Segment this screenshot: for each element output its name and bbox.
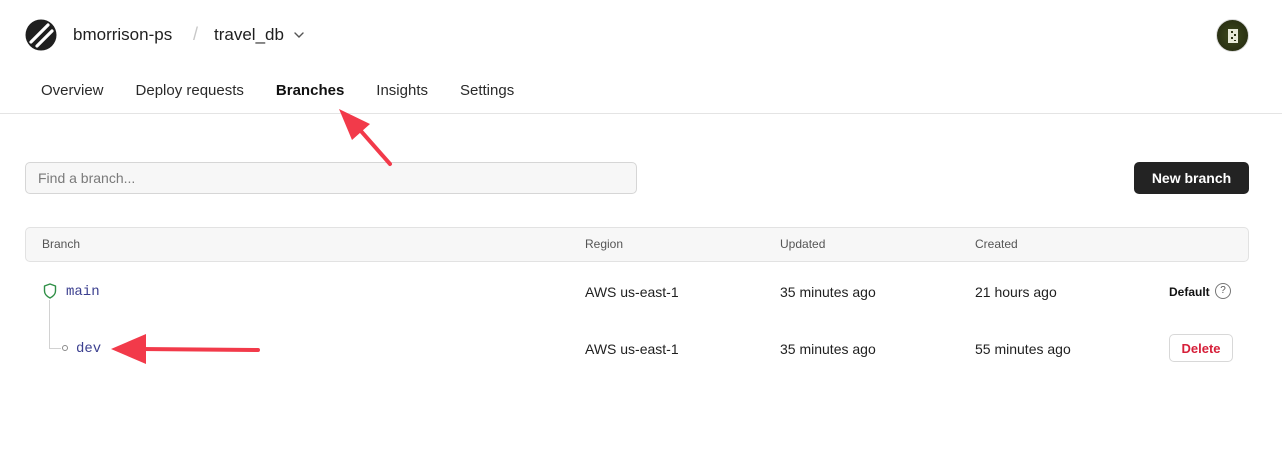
tab-deploy-requests[interactable]: Deploy requests bbox=[120, 76, 260, 114]
branch-node-icon bbox=[62, 345, 68, 351]
branch-search-input[interactable] bbox=[25, 162, 637, 194]
arrow-to-dev-branch-icon bbox=[111, 334, 260, 364]
table-header: Branch Region Updated Created bbox=[25, 227, 1249, 262]
tabs-divider bbox=[0, 113, 1282, 114]
default-badge: Default bbox=[1169, 285, 1210, 299]
tab-insights[interactable]: Insights bbox=[360, 76, 444, 114]
column-updated: Updated bbox=[780, 237, 826, 251]
branches-page: bmorrison-ps / travel_db Overview Deploy… bbox=[0, 0, 1282, 458]
tab-branches[interactable]: Branches bbox=[259, 76, 361, 114]
region-main: AWS us-east-1 bbox=[585, 284, 679, 300]
column-created: Created bbox=[975, 237, 1018, 251]
region-dev: AWS us-east-1 bbox=[585, 341, 679, 357]
created-main: 21 hours ago bbox=[975, 284, 1057, 300]
avatar-pattern-icon bbox=[1228, 29, 1238, 43]
avatar[interactable] bbox=[1216, 19, 1249, 52]
updated-main: 35 minutes ago bbox=[780, 284, 876, 300]
help-icon[interactable]: ? bbox=[1215, 283, 1231, 299]
tab-settings[interactable]: Settings bbox=[444, 76, 530, 114]
column-region: Region bbox=[585, 237, 624, 251]
delete-branch-button[interactable]: Delete bbox=[1169, 334, 1233, 362]
tab-overview[interactable]: Overview bbox=[25, 76, 120, 114]
arrow-to-branches-tab-icon bbox=[339, 109, 392, 166]
nav-tabs: Overview Deploy requests Branches Insigh… bbox=[25, 76, 530, 114]
breadcrumb-separator: / bbox=[193, 24, 199, 44]
branch-link-dev[interactable]: dev bbox=[76, 341, 101, 357]
database-name[interactable]: travel_db bbox=[214, 25, 284, 45]
planetscale-logo-icon[interactable] bbox=[25, 19, 57, 51]
tree-connector-elbow bbox=[49, 348, 61, 349]
chevron-down-icon[interactable] bbox=[293, 30, 305, 40]
updated-dev: 35 minutes ago bbox=[780, 341, 876, 357]
org-name[interactable]: bmorrison-ps bbox=[73, 25, 172, 45]
tree-connector-line bbox=[49, 300, 50, 349]
branch-link-main[interactable]: main bbox=[66, 284, 100, 300]
shield-icon bbox=[43, 283, 57, 299]
column-branch: Branch bbox=[42, 237, 81, 251]
new-branch-button[interactable]: New branch bbox=[1134, 162, 1249, 194]
created-dev: 55 minutes ago bbox=[975, 341, 1071, 357]
